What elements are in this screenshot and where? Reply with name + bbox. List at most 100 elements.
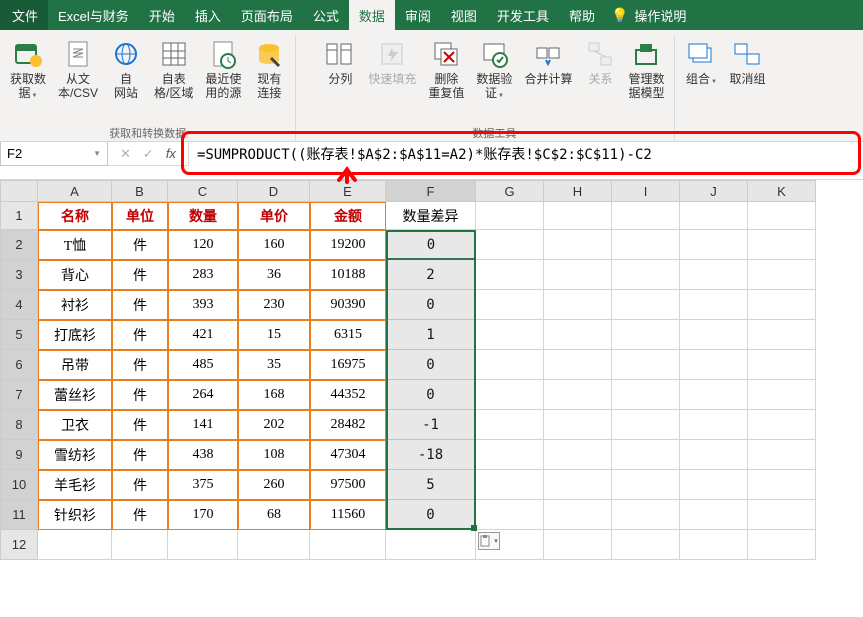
cell-d4[interactable]: 230 [238,290,310,320]
cell-i10[interactable] [612,470,680,500]
cell-d10[interactable]: 260 [238,470,310,500]
menu-formulas[interactable]: 公式 [303,0,349,30]
cell-k6[interactable] [748,350,816,380]
cell-i6[interactable] [612,350,680,380]
cell-a2[interactable]: T恤 [38,230,112,260]
cell-f3[interactable]: 2 [386,260,476,290]
menu-view[interactable]: 视图 [441,0,487,30]
cell-i9[interactable] [612,440,680,470]
cell-c3[interactable]: 283 [168,260,238,290]
row-header-3[interactable]: 3 [0,260,38,290]
cell-e12[interactable] [310,530,386,560]
cell-b5[interactable]: 件 [112,320,168,350]
cell-k8[interactable] [748,410,816,440]
cell-j4[interactable] [680,290,748,320]
menu-developer[interactable]: 开发工具 [487,0,559,30]
cell-k4[interactable] [748,290,816,320]
cell-e9[interactable]: 47304 [310,440,386,470]
cell-c11[interactable]: 170 [168,500,238,530]
cell-a1[interactable]: 名称 [38,202,112,230]
btn-group[interactable]: 组合▼ [681,36,721,126]
cell-e11[interactable]: 11560 [310,500,386,530]
cell-j7[interactable] [680,380,748,410]
menu-insert[interactable]: 插入 [185,0,231,30]
cell-h6[interactable] [544,350,612,380]
cell-i3[interactable] [612,260,680,290]
cell-a10[interactable]: 羊毛衫 [38,470,112,500]
col-header-k[interactable]: K [748,180,816,202]
cell-k3[interactable] [748,260,816,290]
chevron-down-icon[interactable]: ▼ [93,149,101,158]
cell-d9[interactable]: 108 [238,440,310,470]
btn-existing-connections[interactable]: 现有连接 [249,36,289,126]
cell-b11[interactable]: 件 [112,500,168,530]
col-header-a[interactable]: A [38,180,112,202]
row-header-6[interactable]: 6 [0,350,38,380]
cell-d12[interactable] [238,530,310,560]
btn-from-text-csv[interactable]: 从文本/CSV [54,36,102,126]
paste-options-button[interactable]: ▾ [478,532,500,550]
cell-g11[interactable] [476,500,544,530]
cell-j1[interactable] [680,202,748,230]
cell-a6[interactable]: 吊带 [38,350,112,380]
cell-e10[interactable]: 97500 [310,470,386,500]
btn-text-to-columns[interactable]: 分列 [320,36,360,126]
cell-h7[interactable] [544,380,612,410]
row-header-11[interactable]: 11 [0,500,38,530]
cell-g6[interactable] [476,350,544,380]
cell-b10[interactable]: 件 [112,470,168,500]
btn-manage-data-model[interactable]: 管理数据模型 [624,36,668,126]
cell-f6[interactable]: 0 [386,350,476,380]
cell-g2[interactable] [476,230,544,260]
cell-a3[interactable]: 背心 [38,260,112,290]
cancel-icon[interactable]: ✕ [120,146,131,162]
cell-g8[interactable] [476,410,544,440]
btn-from-table-range[interactable]: 自表格/区域 [150,36,197,126]
row-header-7[interactable]: 7 [0,380,38,410]
cell-f9[interactable]: -18 [386,440,476,470]
cell-f10[interactable]: 5 [386,470,476,500]
cell-g10[interactable] [476,470,544,500]
cell-i12[interactable] [612,530,680,560]
cell-b3[interactable]: 件 [112,260,168,290]
menu-data[interactable]: 数据 [349,0,395,30]
cell-j12[interactable] [680,530,748,560]
btn-get-data[interactable]: 获取数据▼ [6,36,50,126]
btn-ungroup[interactable]: 取消组 [725,36,769,126]
cell-c8[interactable]: 141 [168,410,238,440]
cell-c5[interactable]: 421 [168,320,238,350]
cell-b12[interactable] [112,530,168,560]
cell-k12[interactable] [748,530,816,560]
col-header-b[interactable]: B [112,180,168,202]
cell-f1[interactable]: 数量差异 [386,202,476,230]
cell-b9[interactable]: 件 [112,440,168,470]
cell-i2[interactable] [612,230,680,260]
menu-home[interactable]: 开始 [139,0,185,30]
btn-recent-sources[interactable]: 最近使用的源 [201,36,245,126]
cell-f8[interactable]: -1 [386,410,476,440]
cell-h11[interactable] [544,500,612,530]
cell-g7[interactable] [476,380,544,410]
cell-j8[interactable] [680,410,748,440]
col-header-f[interactable]: F [386,180,476,202]
enter-icon[interactable]: ✓ [143,146,154,162]
btn-from-web[interactable]: 自网站 [106,36,146,126]
cell-b2[interactable]: 件 [112,230,168,260]
cell-e6[interactable]: 16975 [310,350,386,380]
cell-d2[interactable]: 160 [238,230,310,260]
cell-j11[interactable] [680,500,748,530]
cell-h12[interactable] [544,530,612,560]
cell-k1[interactable] [748,202,816,230]
cell-h5[interactable] [544,320,612,350]
row-header-12[interactable]: 12 [0,530,38,560]
cell-f11[interactable]: 0 [386,500,476,530]
cell-c10[interactable]: 375 [168,470,238,500]
cell-d8[interactable]: 202 [238,410,310,440]
cell-h4[interactable] [544,290,612,320]
cell-d5[interactable]: 15 [238,320,310,350]
col-header-i[interactable]: I [612,180,680,202]
cell-j5[interactable] [680,320,748,350]
tell-me[interactable]: 操作说明 [632,0,696,30]
cell-i5[interactable] [612,320,680,350]
cell-e5[interactable]: 6315 [310,320,386,350]
